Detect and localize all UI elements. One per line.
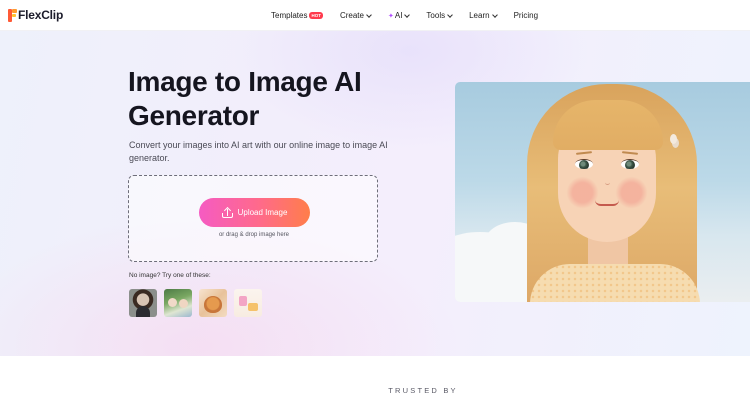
logo-text: FlexClip — [18, 8, 64, 22]
nav-learn[interactable]: Learn — [469, 11, 498, 20]
logo-icon — [8, 8, 17, 22]
chevron-down-icon — [491, 11, 498, 18]
try-samples-label: No image? Try one of these: — [129, 272, 211, 279]
chevron-down-icon — [404, 11, 411, 18]
main-nav: Templates HOT Create ✦ AI Tools Learn Pr… — [271, 0, 538, 31]
upload-button-label: Upload Image — [237, 208, 288, 217]
nav-pricing-label: Pricing — [513, 11, 539, 20]
image-dropzone[interactable]: Upload Image or drag & drop image here — [128, 175, 378, 262]
page-title: Image to Image AI Generator — [128, 66, 362, 131]
sample-group-photo[interactable] — [164, 289, 192, 317]
site-header: FlexClip Templates HOT Create ✦ AI Tools… — [0, 0, 750, 31]
hot-badge: HOT — [309, 12, 323, 19]
nav-tools[interactable]: Tools — [426, 11, 453, 20]
hero-section: Image to Image AI Generator Convert your… — [0, 31, 750, 356]
drag-drop-hint: or drag & drop image here — [218, 232, 290, 238]
sample-objects[interactable] — [234, 289, 262, 317]
nav-templates-label: Templates — [271, 11, 308, 20]
upload-icon — [221, 206, 233, 218]
nav-templates[interactable]: Templates HOT — [271, 11, 323, 20]
sample-images — [129, 289, 269, 317]
nav-ai-label: AI — [394, 11, 403, 20]
nav-ai[interactable]: ✦ AI — [387, 11, 411, 20]
page-subtitle: Convert your images into AI art with our… — [129, 140, 388, 163]
upload-image-button[interactable]: Upload Image — [199, 198, 310, 227]
trusted-by-heading: TRUSTED BY — [388, 386, 458, 395]
chevron-down-icon — [447, 11, 453, 18]
nav-create-label: Create — [339, 11, 364, 20]
nav-learn-label: Learn — [469, 11, 490, 20]
chevron-down-icon — [366, 11, 372, 18]
sample-cat[interactable] — [199, 289, 227, 317]
flexclip-logo[interactable]: FlexClip — [8, 8, 63, 22]
nav-pricing[interactable]: Pricing — [514, 11, 538, 20]
nav-tools-label: Tools — [426, 11, 446, 20]
sample-portrait-woman[interactable] — [129, 289, 157, 317]
example-ai-portrait — [455, 82, 750, 302]
sparkle-icon: ✦ — [387, 12, 394, 20]
nav-create[interactable]: Create — [339, 11, 372, 20]
